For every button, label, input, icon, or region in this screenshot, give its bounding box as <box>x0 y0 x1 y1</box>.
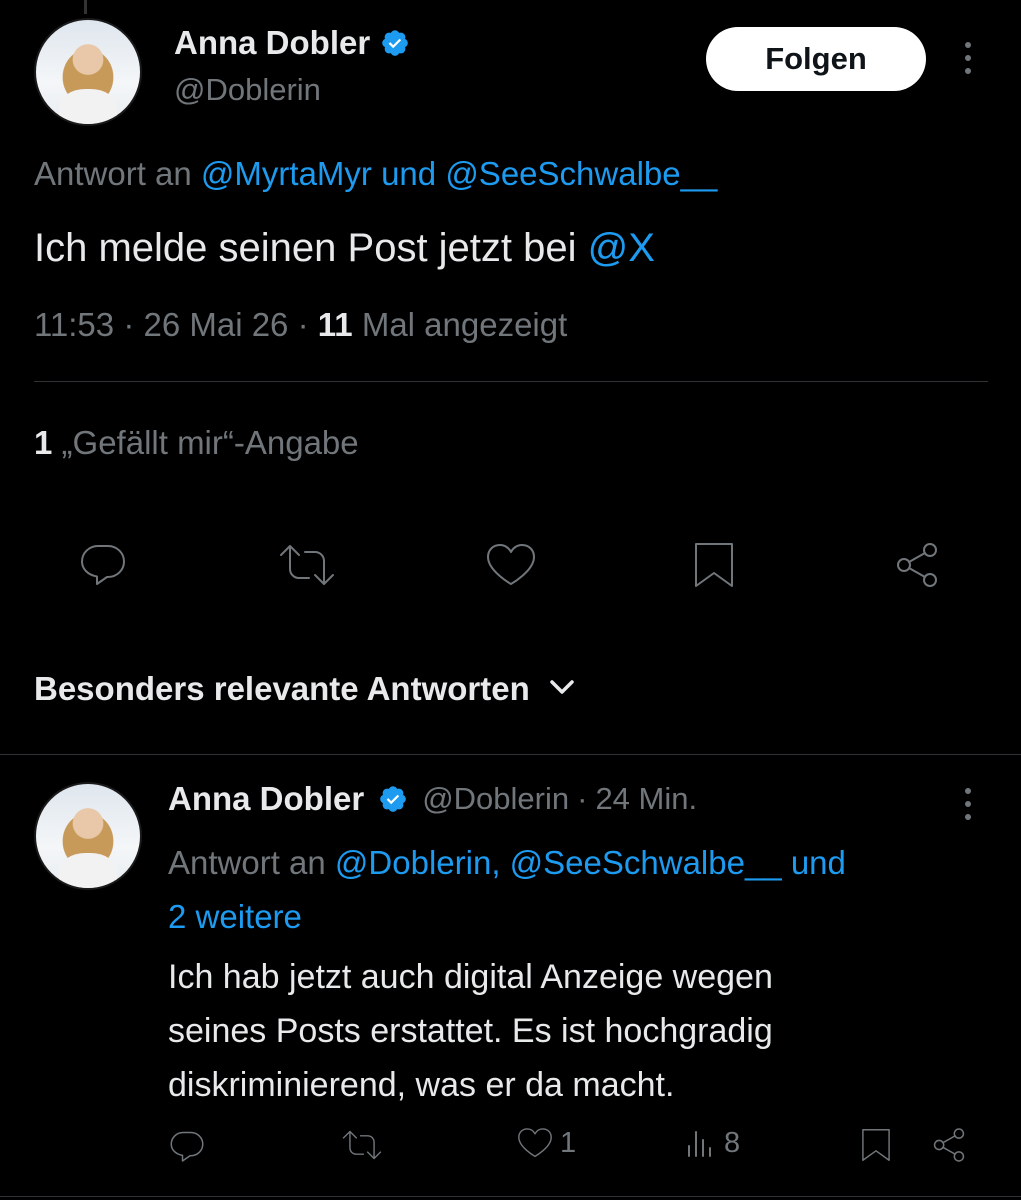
mention-link[interactable]: @Doblerin, @SeeSchwalbe__ und <box>335 844 846 881</box>
verified-badge-icon <box>378 784 408 814</box>
more-mentions-link[interactable]: 2 weitere <box>168 890 998 944</box>
author-handle[interactable]: @Doblerin <box>174 72 321 108</box>
reply-text-line: seines Posts erstattet. Es ist hochgradi… <box>168 1012 773 1050</box>
like-count: 1 <box>560 1126 577 1159</box>
reply-header: Anna Dobler @Doblerin · 24 Min. <box>168 780 697 818</box>
reply-context: Antwort an @Doblerin, @SeeSchwalbe__ und… <box>168 836 998 944</box>
like-button[interactable]: 1 <box>516 1126 576 1160</box>
share-icon[interactable] <box>930 1126 968 1164</box>
mention-link[interactable]: @X <box>588 226 655 270</box>
tweet-text: Ich melde seinen Post jetzt bei @X <box>34 226 655 271</box>
reply-icon[interactable] <box>168 1128 206 1164</box>
reply-author-avatar[interactable] <box>34 782 142 890</box>
bookmark-icon[interactable] <box>860 1126 892 1164</box>
mention-link[interactable]: @SeeSchwalbe__ <box>445 155 717 192</box>
reply-time[interactable]: 24 Min. <box>595 781 697 817</box>
verified-badge-icon <box>380 28 410 58</box>
divider <box>0 754 1021 755</box>
reply-icon[interactable] <box>78 540 128 588</box>
divider <box>34 381 988 382</box>
like-icon <box>516 1126 554 1160</box>
reply-text-line: Ich hab jetzt auch digital Anzeige wegen <box>168 958 773 996</box>
reply-prefix: Antwort an <box>34 155 192 192</box>
separator: · <box>577 781 588 816</box>
reply-author-name[interactable]: Anna Dobler <box>168 780 364 818</box>
reply-text-line: diskriminierend, was er da macht. <box>168 1066 675 1104</box>
tweet-text-body: Ich melde seinen Post jetzt bei <box>34 226 577 270</box>
views-button[interactable]: 8 <box>684 1126 740 1160</box>
author-avatar[interactable] <box>34 18 142 126</box>
replies-sort-label: Besonders relevante Antworten <box>34 670 530 707</box>
likes-summary[interactable]: 1 „Gefällt mir“-Angabe <box>34 424 359 462</box>
likes-count: 1 <box>34 424 53 461</box>
view-count: 8 <box>724 1126 741 1159</box>
views-count: 11 <box>317 306 353 343</box>
reply-prefix: Antwort an <box>168 844 326 881</box>
reply-conjunction: und <box>381 155 437 192</box>
follow-button[interactable]: Folgen <box>706 27 926 91</box>
views-label: Mal angezeigt <box>361 306 568 343</box>
reply-handle[interactable]: @Doblerin <box>422 781 569 817</box>
reply-text: Ich hab jetzt auch digital Anzeige wegen… <box>168 950 773 1112</box>
thread-connector <box>84 0 87 14</box>
retweet-icon[interactable] <box>276 542 338 588</box>
mention-link[interactable]: @MyrtaMyr <box>201 155 372 192</box>
views-icon <box>684 1126 718 1160</box>
author-name[interactable]: Anna Dobler <box>174 24 370 62</box>
bookmark-icon[interactable] <box>692 540 736 590</box>
tweet-meta: 11:53 · 26 Mai 26 · 11 Mal angezeigt <box>34 306 567 344</box>
separator: · <box>297 306 309 343</box>
like-icon[interactable] <box>484 542 538 588</box>
likes-label: „Gefällt mir“-Angabe <box>61 424 359 461</box>
more-icon[interactable] <box>962 42 974 74</box>
retweet-icon[interactable] <box>340 1128 384 1162</box>
share-icon[interactable] <box>892 540 942 590</box>
divider <box>0 1196 1021 1197</box>
tweet-time[interactable]: 11:53 <box>34 306 114 343</box>
tweet-date[interactable]: 26 Mai 26 <box>143 306 288 343</box>
chevron-down-icon <box>548 678 576 701</box>
more-icon[interactable] <box>962 788 974 820</box>
reply-context: Antwort an @MyrtaMyr und @SeeSchwalbe__ <box>34 155 717 193</box>
separator: · <box>123 306 135 343</box>
replies-sort-dropdown[interactable]: Besonders relevante Antworten <box>34 670 576 708</box>
